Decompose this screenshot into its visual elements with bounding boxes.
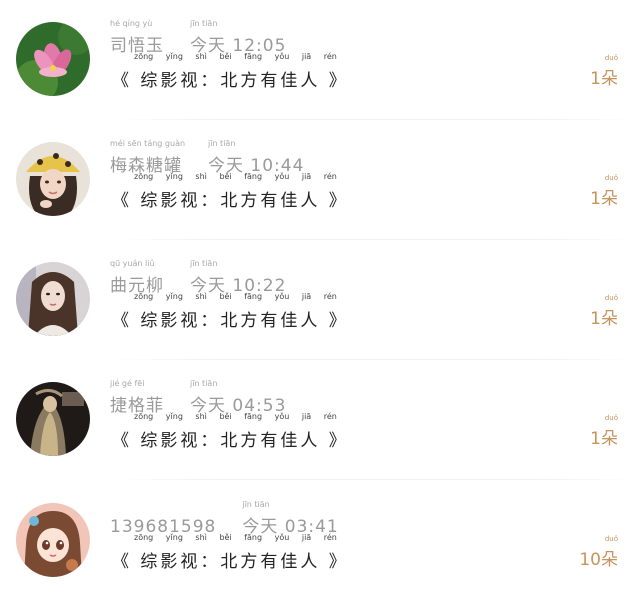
book-title-text: 《 综影视：北方有佳人 》 <box>112 71 349 91</box>
book-title-pinyin: zōng yǐng shì běi fāng yǒu jiā rén <box>134 52 337 61</box>
avatar[interactable] <box>16 503 90 577</box>
avatar[interactable] <box>16 382 90 456</box>
book-title-pinyin: zōng yǐng shì běi fāng yǒu jiā rén <box>134 533 337 542</box>
timestamp: jīn tiān 今天 12:05 <box>190 19 286 56</box>
flower-count-pinyin: duǒ <box>604 54 618 62</box>
timestamp: jīn tiān 今天 10:44 <box>208 139 304 176</box>
flower-count: duǒ 1朵 <box>590 54 618 89</box>
user-name-pinyin: qū yuán liǔ <box>110 259 155 268</box>
flower-count: duǒ 1朵 <box>590 174 618 209</box>
book-title-text: 《 综影视：北方有佳人 》 <box>112 191 349 211</box>
user-name[interactable]: qū yuán liǔ 曲元柳 <box>110 259 164 296</box>
flower-count-pinyin: duǒ <box>604 535 618 543</box>
book-title-text: 《 综影视：北方有佳人 》 <box>112 552 349 572</box>
list-item[interactable]: méi sēn táng guàn 梅森糖罐 jīn tiān 今天 10:44… <box>0 120 640 240</box>
flower-count-text: 1朵 <box>590 309 618 329</box>
list-item[interactable]: qū yuán liǔ 曲元柳 jīn tiān 今天 10:22 zōng y… <box>0 240 640 360</box>
dark-figure-avatar-icon <box>16 382 90 456</box>
avatar[interactable] <box>16 262 90 336</box>
girl-hat-avatar-icon <box>16 142 90 216</box>
girl-portrait-avatar-icon <box>16 262 90 336</box>
timestamp: jīn tiān 今天 03:41 <box>242 500 338 537</box>
timestamp: jīn tiān 今天 04:53 <box>190 379 286 416</box>
avatar[interactable] <box>16 142 90 216</box>
user-name[interactable]: méi sēn táng guàn 梅森糖罐 <box>110 139 186 176</box>
gift-list: hé qíng yù 司悟玉 jīn tiān 今天 12:05 zōng yǐ… <box>0 0 640 601</box>
book-title-pinyin: zōng yǐng shì běi fāng yǒu jiā rén <box>134 172 337 181</box>
book-title-pinyin: zōng yǐng shì běi fāng yǒu jiā rén <box>134 292 337 301</box>
timestamp: jīn tiān 今天 10:22 <box>190 259 286 296</box>
user-name-pinyin: hé qíng yù <box>110 19 153 28</box>
timestamp-pinyin: jīn tiān <box>242 500 270 509</box>
timestamp-pinyin: jīn tiān <box>208 139 236 148</box>
divider <box>110 479 640 480</box>
user-name[interactable]: jié gé fēi 捷格菲 <box>110 379 164 416</box>
book-title-pinyin: zōng yǐng shì běi fāng yǒu jiā rén <box>134 412 337 421</box>
user-name[interactable]: hé qíng yù 司悟玉 <box>110 19 164 56</box>
flower-count-pinyin: duǒ <box>604 414 618 422</box>
user-name-pinyin: jié gé fēi <box>110 379 145 388</box>
cartoon-girl-avatar-icon <box>16 503 90 577</box>
flower-count: duǒ 1朵 <box>590 294 618 329</box>
lotus-flower-avatar-icon <box>16 22 90 96</box>
avatar[interactable] <box>16 22 90 96</box>
book-title-text: 《 综影视：北方有佳人 》 <box>112 431 349 451</box>
book-title-text: 《 综影视：北方有佳人 》 <box>112 311 349 331</box>
timestamp-pinyin: jīn tiān <box>190 379 218 388</box>
flower-count-text: 1朵 <box>590 189 618 209</box>
flower-count-pinyin: duǒ <box>604 174 618 182</box>
flower-count-text: 1朵 <box>590 69 618 89</box>
flower-count: duǒ 10朵 <box>579 535 618 570</box>
flower-count-text: 1朵 <box>590 429 618 449</box>
user-name-pinyin: méi sēn táng guàn <box>110 139 186 148</box>
flower-count: duǒ 1朵 <box>590 414 618 449</box>
flower-count-text: 10朵 <box>579 550 618 570</box>
list-item[interactable]: hé qíng yù 司悟玉 jīn tiān 今天 12:05 zōng yǐ… <box>0 0 640 120</box>
timestamp-pinyin: jīn tiān <box>190 19 218 28</box>
list-item[interactable]: 139681598 jīn tiān 今天 03:41 zōng yǐng sh… <box>0 481 640 601</box>
list-item[interactable]: jié gé fēi 捷格菲 jīn tiān 今天 04:53 zōng yǐ… <box>0 360 640 480</box>
timestamp-pinyin: jīn tiān <box>190 259 218 268</box>
flower-count-pinyin: duǒ <box>604 294 618 302</box>
